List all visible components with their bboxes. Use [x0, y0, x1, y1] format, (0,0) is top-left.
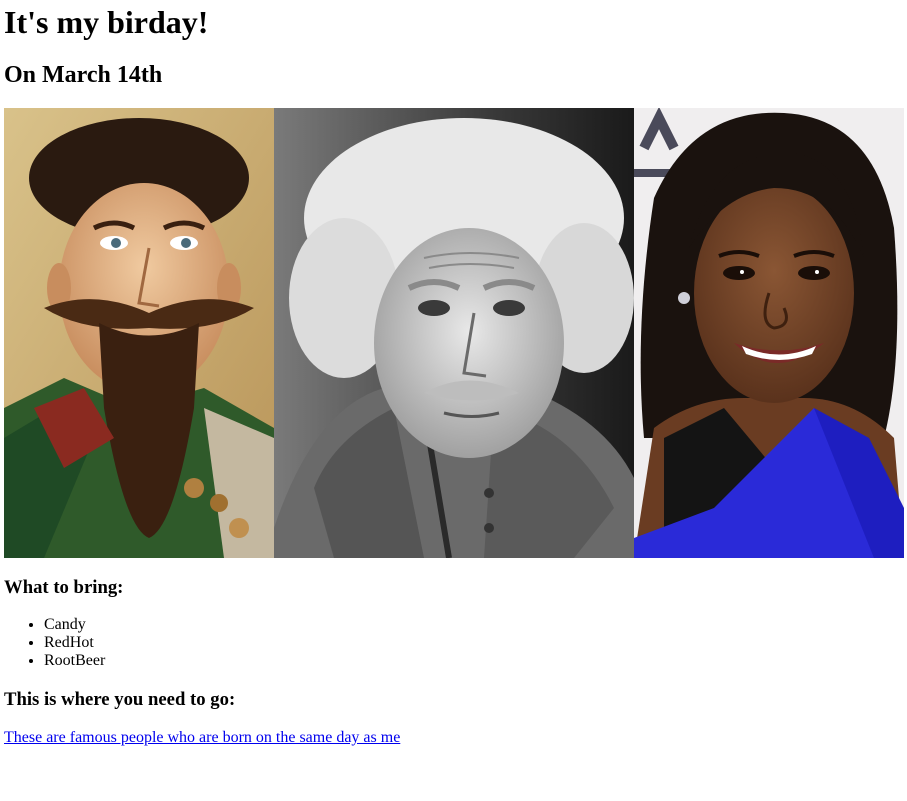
photo-portrait-painting: [4, 108, 274, 558]
directions-heading: This is where you need to go:: [4, 689, 236, 710]
portrait-white-haired-man-bw-icon: [274, 108, 634, 558]
bring-heading: What to bring:: [4, 577, 124, 598]
list-item: RootBeer: [44, 652, 903, 670]
list-item: RedHot: [44, 634, 903, 652]
photo-strip: [4, 108, 904, 558]
photo-portrait-woman: [634, 108, 904, 558]
portrait-smiling-woman-icon: [634, 108, 904, 558]
page-subtitle: On March 14th: [4, 62, 163, 88]
portrait-bearded-man-painting-icon: [4, 108, 274, 558]
page-title: It's my birday!: [4, 4, 209, 40]
photo-portrait-bw: [274, 108, 634, 558]
bring-list: Candy RedHot RootBeer: [4, 616, 903, 670]
list-item: Candy: [44, 616, 903, 634]
famous-people-link[interactable]: These are famous people who are born on …: [4, 729, 400, 746]
directions-paragraph: These are famous people who are born on …: [4, 728, 903, 748]
page: It's my birday! On March 14th What to br…: [0, 2, 907, 748]
